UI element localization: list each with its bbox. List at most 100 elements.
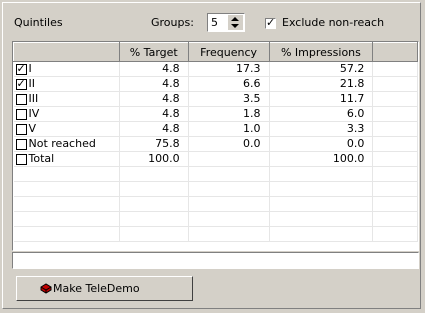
spinner-up-icon[interactable] [231, 17, 239, 21]
row-label-cell[interactable] [13, 211, 120, 227]
row-frequency-cell: 1.0 [188, 121, 270, 137]
row-extra-cell [372, 196, 418, 212]
column-header-label[interactable] [13, 42, 120, 62]
groups-spinner[interactable]: 5 [207, 13, 245, 32]
row-checkbox[interactable] [15, 138, 27, 150]
row-label-cell[interactable] [13, 166, 120, 182]
row-target-cell: 4.8 [119, 121, 189, 137]
row-impressions-cell: 3.3 [269, 121, 374, 137]
spinner-down-icon[interactable] [231, 24, 239, 28]
row-impressions-cell [269, 181, 374, 197]
exclude-non-reach-label: Exclude non-reach [282, 16, 385, 29]
column-header-target[interactable]: % Target [118, 42, 189, 62]
row-target-cell [119, 196, 189, 212]
row-impressions-cell [269, 166, 374, 182]
row-impressions-cell: 11.7 [269, 91, 374, 107]
row-label: Not reached [28, 137, 96, 150]
row-extra-cell [372, 61, 418, 77]
groups-value[interactable]: 5 [211, 16, 218, 29]
row-label-cell[interactable]: IV [13, 106, 120, 122]
table-row[interactable] [13, 211, 418, 227]
row-impressions-cell: 57.2 [269, 61, 374, 77]
row-frequency-cell [188, 151, 270, 167]
row-checkbox[interactable] [15, 93, 27, 105]
row-target-cell: 4.8 [119, 91, 189, 107]
row-label-cell[interactable] [13, 181, 120, 197]
row-label-cell[interactable]: ✓ I [13, 61, 120, 77]
row-target-cell: 75.8 [119, 136, 189, 152]
row-checkbox[interactable] [15, 123, 27, 135]
checkmark-icon: ✓ [16, 61, 26, 75]
make-teledemo-button[interactable]: Make TeleDemo [16, 276, 193, 301]
exclude-non-reach-checkbox[interactable]: ✓ [265, 16, 276, 29]
table-row[interactable]: III 4.8 3.5 11.7 [13, 91, 418, 107]
row-label: Total [28, 152, 55, 165]
row-extra-cell [372, 211, 418, 227]
row-label-cell[interactable] [13, 196, 120, 212]
quintiles-table: % Target Frequency % Impressions ✓ I 4.8 17… [12, 41, 419, 251]
row-target-cell [119, 211, 189, 227]
row-extra-cell [372, 91, 418, 107]
table-header-row: % Target Frequency % Impressions [13, 42, 418, 62]
row-target-cell: 100.0 [119, 151, 189, 167]
row-label: III [28, 92, 39, 105]
row-extra-cell [372, 181, 418, 197]
table-row[interactable] [13, 196, 418, 212]
row-extra-cell [372, 106, 418, 122]
table-row[interactable] [13, 226, 418, 242]
row-impressions-cell [269, 196, 374, 212]
row-checkbox[interactable] [15, 153, 27, 165]
row-label: IV [28, 107, 40, 120]
table-row[interactable]: Not reached 75.8 0.0 0.0 [13, 136, 418, 152]
row-target-cell: 4.8 [119, 76, 189, 92]
panel-title: Quintiles [14, 16, 63, 29]
row-frequency-cell: 17.3 [188, 61, 270, 77]
row-frequency-cell [188, 166, 270, 182]
table-row[interactable]: ✓ I 4.8 17.3 57.2 [13, 61, 418, 77]
row-extra-cell [372, 166, 418, 182]
row-checkbox[interactable]: ✓ [15, 77, 27, 90]
row-frequency-cell [188, 211, 270, 227]
column-header-impressions[interactable]: % Impressions [268, 42, 374, 62]
row-label-cell[interactable]: Not reached [13, 136, 120, 152]
row-extra-cell [372, 151, 418, 167]
row-label: V [28, 122, 37, 135]
column-header-frequency[interactable]: Frequency [187, 42, 270, 62]
row-impressions-cell: 21.8 [269, 76, 374, 92]
row-checkbox[interactable]: ✓ [15, 61, 27, 75]
table-row[interactable] [13, 181, 418, 197]
row-frequency-cell: 1.8 [188, 106, 270, 122]
row-label-cell[interactable] [13, 226, 120, 242]
row-impressions-cell: 100.0 [269, 151, 374, 167]
table-row[interactable]: IV 4.8 1.8 6.0 [13, 106, 418, 122]
groups-label: Groups: [151, 16, 194, 29]
row-label-cell[interactable]: Total [13, 151, 120, 167]
row-label-cell[interactable]: ✓ II [13, 76, 120, 92]
row-frequency-cell: 6.6 [188, 76, 270, 92]
row-frequency-cell [188, 226, 270, 242]
quintiles-panel: Quintiles Groups: 5 ✓ Exclude non-reach %… [2, 2, 421, 309]
row-extra-cell [372, 136, 418, 152]
row-target-cell: 4.8 [119, 61, 189, 77]
row-frequency-cell [188, 196, 270, 212]
row-checkbox[interactable] [15, 108, 27, 120]
table-row[interactable]: V 4.8 1.0 3.3 [13, 121, 418, 137]
row-label-cell[interactable]: V [13, 121, 120, 137]
row-label-cell[interactable]: III [13, 91, 120, 107]
status-bar [12, 252, 419, 269]
row-label: II [28, 77, 36, 90]
row-impressions-cell: 6.0 [269, 106, 374, 122]
teledemo-icon [40, 283, 52, 294]
row-impressions-cell [269, 226, 374, 242]
row-extra-cell [372, 226, 418, 242]
row-frequency-cell [188, 181, 270, 197]
table-row[interactable]: Total 100.0 100.0 [13, 151, 418, 167]
table-row[interactable]: ✓ II 4.8 6.6 21.8 [13, 76, 418, 92]
table-row[interactable] [13, 166, 418, 182]
row-extra-cell [372, 76, 418, 92]
row-extra-cell [372, 121, 418, 137]
make-teledemo-label: Make TeleDemo [53, 282, 140, 295]
spinner-buttons[interactable] [228, 15, 243, 30]
column-header-extra[interactable] [372, 42, 418, 62]
exclude-non-reach-option[interactable]: ✓ Exclude non-reach [265, 16, 384, 29]
